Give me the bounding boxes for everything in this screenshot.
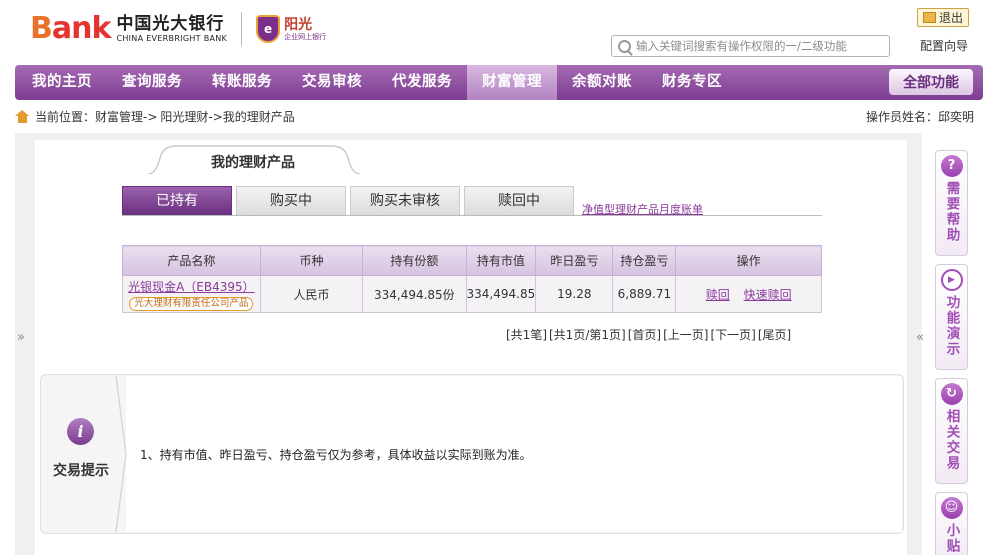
sunshine-logo: e 阳光 企业网上银行 — [256, 15, 326, 43]
col-header-actions: 操作 — [675, 245, 822, 276]
logo-bank-wordmark: Bank — [30, 11, 111, 46]
cell-product: 光银现金A（EB4395） 光大理财有限责任公司产品 — [122, 275, 261, 313]
table-row: 光银现金A（EB4395） 光大理财有限责任公司产品 人民币 334,494.8… — [122, 275, 822, 313]
col-header-yesterday-pl: 昨日盈亏 — [535, 245, 614, 276]
search-box[interactable] — [611, 35, 890, 57]
tab-buying-unaudited[interactable]: 购买未审核 — [350, 186, 460, 215]
tips-text: 1、持有市值、昨日盈亏、持仓盈亏仅为参考，具体收益以实际到账为准。 — [140, 448, 532, 462]
page-title: 我的理财产品 — [211, 155, 295, 171]
help-label: 需要帮助 — [943, 181, 960, 243]
nav-item-home[interactable]: 我的主页 — [15, 65, 107, 100]
cell-shares: 334,494.85份 — [362, 275, 467, 313]
breadcrumb-wealth[interactable]: 财富管理-> — [95, 108, 157, 125]
breadcrumb-current: 我的理财产品 — [222, 110, 295, 124]
tips-sidebar-button[interactable]: ☺ 小贴 — [935, 492, 968, 555]
sub-logo-title: 阳光 — [284, 16, 313, 33]
nav-item-wealth[interactable]: 财富管理 — [467, 65, 557, 100]
logo-divider — [241, 12, 243, 46]
help-button[interactable]: ? 需要帮助 — [935, 150, 968, 256]
redeem-link[interactable]: 赎回 — [706, 288, 730, 302]
pager-first[interactable]: [首页] — [628, 326, 661, 343]
nav-item-payroll[interactable]: 代发服务 — [377, 65, 467, 100]
pager-prev[interactable]: [上一页] — [663, 326, 708, 343]
logout-button[interactable]: 退出 — [917, 8, 969, 27]
tips-title: 交易提示 — [53, 463, 109, 479]
logo-en: CHINA EVERBRIGHT BANK — [116, 34, 228, 43]
home-icon — [15, 110, 30, 123]
question-icon: ? — [940, 155, 963, 177]
holdings-table: 产品名称 币种 持有份额 持有市值 昨日盈亏 持仓盈亏 操作 光银现金A（EB4… — [122, 245, 822, 313]
pagination: [共1笔] [共1页/第1页] [首页] [上一页] [下一页] [尾页] — [504, 326, 791, 343]
pager-pages: [共1页/第1页] — [549, 328, 626, 342]
col-header-shares: 持有份额 — [362, 245, 467, 276]
play-icon: ▶ — [940, 269, 963, 291]
all-functions-button[interactable]: 全部功能 — [889, 69, 973, 95]
cell-currency: 人民币 — [259, 275, 364, 313]
tab-redeeming[interactable]: 赎回中 — [464, 186, 574, 215]
product-name-link[interactable]: 光银现金A（EB4395） — [123, 278, 260, 295]
nav-item-query[interactable]: 查询服务 — [107, 65, 197, 100]
cell-actions: 赎回 快速赎回 — [675, 275, 822, 313]
tab-buying[interactable]: 购买中 — [236, 186, 346, 215]
pager-next[interactable]: [下一页] — [710, 326, 755, 343]
pager-total: [共1笔] — [506, 328, 547, 342]
related-label: 相关交易 — [943, 409, 960, 471]
col-header-currency: 币种 — [259, 245, 364, 276]
col-header-product: 产品名称 — [122, 245, 261, 276]
page-title-tab: 我的理财产品 — [148, 144, 370, 174]
col-header-position-pl: 持仓盈亏 — [612, 245, 677, 276]
table-header-row: 产品名称 币种 持有份额 持有市值 昨日盈亏 持仓盈亏 操作 — [122, 245, 822, 276]
cell-position-pl: 6,889.71 — [612, 275, 677, 313]
demo-label: 功能演示 — [943, 295, 960, 357]
sunshine-badge-icon: e — [256, 15, 281, 43]
refresh-icon: ↻ — [940, 383, 963, 405]
breadcrumb-sunshine[interactable]: 阳光理财-> — [160, 108, 222, 125]
cell-market-value: 334,494.85 — [465, 275, 537, 313]
breadcrumb: 当前位置： 财富管理-> 阳光理财-> 我的理财产品 — [15, 108, 295, 125]
quick-redeem-link[interactable]: 快速赎回 — [744, 288, 792, 302]
cell-yesterday-pl: 19.28 — [535, 275, 614, 313]
monthly-statement-link[interactable]: 净值型理财产品月度账单 — [582, 201, 703, 217]
holding-tabs: 已持有 购买中 购买未审核 赎回中 — [122, 186, 578, 215]
nav-item-finance[interactable]: 财务专区 — [647, 65, 737, 100]
product-issuer-badge: 光大理财有限责任公司产品 — [129, 296, 254, 311]
search-input[interactable] — [636, 39, 881, 53]
operator-name: 操作员姓名：邱奕明 — [865, 110, 974, 124]
header: Bank 中国光大银行 CHINA EVERBRIGHT BANK e 阳光 企… — [0, 0, 994, 64]
search-icon — [618, 39, 631, 53]
sub-logo-subtitle: 企业网上银行 — [284, 32, 327, 41]
collapse-left-icon[interactable]: » — [17, 330, 25, 345]
tab-holding[interactable]: 已持有 — [122, 186, 232, 215]
info-icon: i — [67, 418, 94, 445]
smile-icon: ☺ — [940, 497, 963, 519]
tips-chevron-shape — [115, 375, 127, 533]
logo-cn: 中国光大银行 — [116, 14, 225, 34]
related-transactions-button[interactable]: ↻ 相关交易 — [935, 378, 968, 484]
logout-label: 退出 — [938, 11, 963, 25]
config-wizard-link[interactable]: 配置向导 — [920, 37, 968, 54]
col-header-market-value: 持有市值 — [465, 245, 537, 276]
pager-last[interactable]: [尾页] — [758, 326, 791, 343]
tab-underline — [122, 215, 822, 216]
tips-sidebar-label: 小贴 — [943, 523, 960, 554]
nav-item-balance[interactable]: 余额对账 — [557, 65, 647, 100]
logout-icon — [922, 12, 936, 23]
main-nav: 我的主页 查询服务 转账服务 交易审核 代发服务 财富管理 余额对账 财务专区 … — [15, 65, 983, 100]
bank-logo[interactable]: Bank 中国光大银行 CHINA EVERBRIGHT BANK e 阳光 企… — [30, 12, 326, 46]
nav-item-audit[interactable]: 交易审核 — [287, 65, 377, 100]
breadcrumb-prefix: 当前位置： — [35, 110, 96, 124]
nav-item-transfer[interactable]: 转账服务 — [197, 65, 287, 100]
collapse-right-icon[interactable]: « — [916, 330, 924, 345]
demo-button[interactable]: ▶ 功能演示 — [935, 264, 968, 370]
tips-header — [40, 374, 127, 534]
